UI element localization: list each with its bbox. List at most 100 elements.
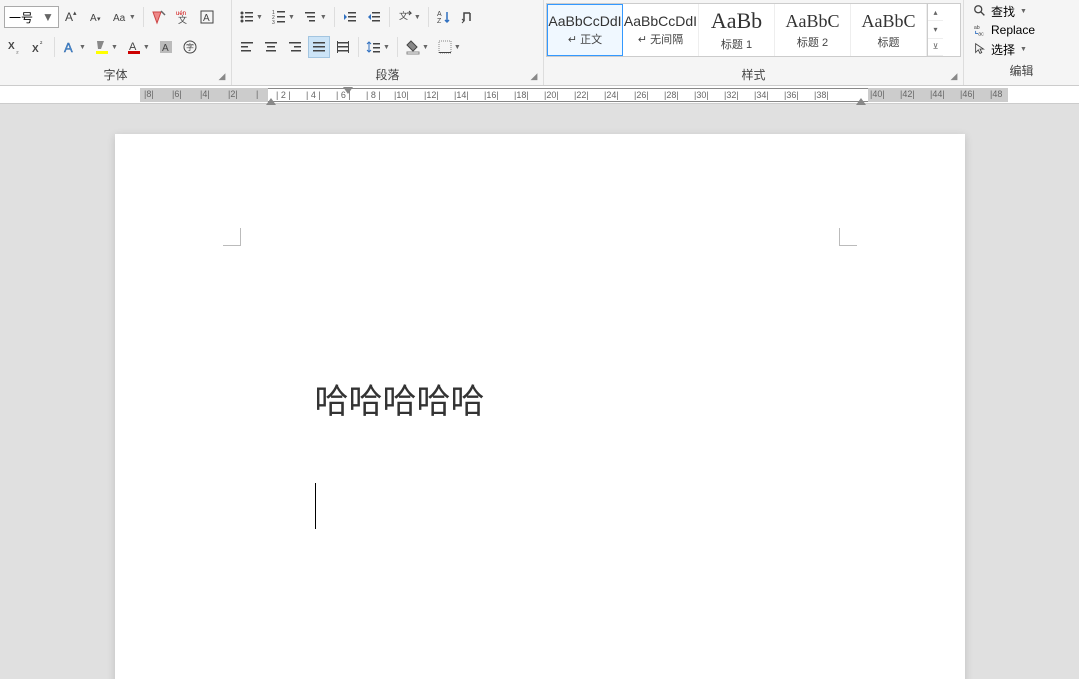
shading-button[interactable]: ▼ [402, 36, 432, 58]
search-icon [973, 4, 987, 18]
find-button[interactable]: 查找 ▼ [970, 2, 1073, 20]
style-name: 标题 [878, 34, 900, 50]
sort-button[interactable]: AZ [433, 6, 455, 28]
chevron-down-icon: ▼ [38, 10, 58, 24]
phonetic-guide-button[interactable]: uén文 [172, 6, 194, 28]
style-title[interactable]: AaBbC 标题 [851, 4, 927, 56]
select-button[interactable]: 选择 ▼ [970, 40, 1073, 58]
svg-text:ac: ac [978, 31, 984, 37]
style-no-spacing[interactable]: AaBbCcDdI ↵ 无间隔 [623, 4, 699, 56]
gallery-more-button[interactable]: ⊻ [928, 39, 943, 56]
style-preview: AaBb [711, 8, 762, 34]
style-preview: AaBbC [862, 11, 916, 32]
chevron-down-icon: ▼ [422, 44, 429, 51]
svg-text:A: A [65, 10, 73, 24]
bullets-button[interactable]: ▼ [236, 6, 266, 28]
line-spacing-button[interactable]: ▼ [363, 36, 393, 58]
paragraph-group-label: 段落 ◢ [232, 64, 543, 85]
margin-corner-topleft [223, 228, 241, 246]
chevron-down-icon: ▼ [79, 44, 86, 51]
style-name: ↵ 无间隔 [638, 31, 683, 47]
align-center-button[interactable] [260, 36, 282, 58]
distribute-button[interactable] [332, 36, 354, 58]
chevron-down-icon: ▼ [1020, 8, 1027, 15]
style-preview: AaBbC [786, 11, 840, 32]
font-dialog-launcher[interactable]: ◢ [216, 71, 228, 83]
gallery-down-button[interactable]: ▾ [928, 21, 943, 38]
chevron-down-icon: ▼ [143, 44, 150, 51]
document-area[interactable]: 哈哈哈哈哈 [0, 104, 1079, 679]
change-case-button[interactable]: Aa▼ [109, 6, 139, 28]
document-page[interactable]: 哈哈哈哈哈 [115, 134, 965, 679]
align-justify-button[interactable] [308, 36, 330, 58]
subscript-button[interactable]: X₂ [4, 36, 26, 58]
svg-text:Z: Z [437, 18, 442, 25]
chevron-down-icon: ▼ [320, 14, 327, 21]
svg-text:文: 文 [178, 14, 187, 25]
decrease-indent-button[interactable] [339, 6, 361, 28]
increase-indent-button[interactable] [363, 6, 385, 28]
align-left-button[interactable] [236, 36, 258, 58]
horizontal-ruler[interactable]: |8| |6| |4| |2| | | 2 | | 4 | | 6 | | 8 … [0, 86, 1079, 104]
replace-icon: abac [973, 23, 987, 37]
font-color-button[interactable]: A▼ [123, 36, 153, 58]
style-name: 标题 1 [721, 36, 752, 52]
gallery-scroll: ▴ ▾ ⊻ [927, 4, 943, 56]
replace-button[interactable]: abac Replace [970, 21, 1073, 39]
decrease-font-button[interactable]: A▾ [85, 6, 107, 28]
chevron-down-icon: ▼ [383, 44, 390, 51]
styles-group: AaBbCcDdI ↵ 正文 AaBbCcDdI ↵ 无间隔 AaBb 标题 1… [544, 0, 964, 85]
style-heading2[interactable]: AaBbC 标题 2 [775, 4, 851, 56]
document-text[interactable]: 哈哈哈哈哈 [315, 374, 865, 423]
font-size-selector[interactable]: 一号 ▼ [4, 6, 59, 28]
style-preview: AaBbCcDdI [624, 13, 697, 29]
styles-dialog-launcher[interactable]: ◢ [948, 71, 960, 83]
clear-formatting-button[interactable] [148, 6, 170, 28]
chevron-down-icon: ▼ [256, 14, 263, 21]
font-group: 一号 ▼ A▴ A▾ Aa▼ uén文 A X₂ X² A▼ ▼ A▼ A 字 [0, 0, 232, 85]
chevron-down-icon: ▼ [111, 44, 118, 51]
text-effects-button[interactable]: A▼ [59, 36, 89, 58]
svg-text:字: 字 [186, 42, 194, 52]
styles-gallery[interactable]: AaBbCcDdI ↵ 正文 AaBbCcDdI ↵ 无间隔 AaBb 标题 1… [546, 3, 961, 57]
ribbon: 一号 ▼ A▴ A▾ Aa▼ uén文 A X₂ X² A▼ ▼ A▼ A 字 [0, 0, 1079, 86]
borders-button[interactable]: ▼ [434, 36, 464, 58]
svg-text:²: ² [40, 41, 43, 48]
character-shading-button[interactable]: A [155, 36, 177, 58]
chevron-down-icon: ▼ [414, 14, 421, 21]
svg-text:文: 文 [399, 10, 408, 21]
hanging-indent-marker[interactable] [266, 98, 276, 105]
svg-text:3: 3 [272, 20, 275, 25]
svg-text:Aa: Aa [113, 13, 126, 24]
chevron-down-icon: ▼ [288, 14, 295, 21]
right-indent-marker[interactable] [856, 98, 866, 105]
editing-group: 查找 ▼ abac Replace 选择 ▼ 编辑 [964, 0, 1079, 85]
styles-group-label: 样式 ◢ [544, 64, 963, 85]
align-right-button[interactable] [284, 36, 306, 58]
show-marks-button[interactable] [457, 6, 479, 28]
highlight-button[interactable]: ▼ [91, 36, 121, 58]
chevron-down-icon: ▼ [454, 44, 461, 51]
style-normal[interactable]: AaBbCcDdI ↵ 正文 [547, 4, 623, 56]
enclose-characters-button[interactable]: 字 [179, 36, 201, 58]
svg-text:A: A [162, 43, 169, 54]
margin-corner-topright [839, 228, 857, 246]
svg-text:A: A [203, 13, 210, 24]
text-direction-button[interactable]: 文▼ [394, 6, 424, 28]
character-border-button[interactable]: A [196, 6, 218, 28]
svg-text:X: X [8, 41, 15, 52]
superscript-button[interactable]: X² [28, 36, 50, 58]
chevron-down-icon: ▼ [129, 14, 136, 21]
font-size-value: 一号 [5, 9, 37, 26]
style-preview: AaBbCcDdI [548, 13, 621, 29]
font-group-label: 字体 ◢ [0, 64, 231, 85]
svg-text:₂: ₂ [16, 48, 19, 55]
numbering-button[interactable]: 123▼ [268, 6, 298, 28]
multilevel-list-button[interactable]: ▼ [300, 6, 330, 28]
increase-font-button[interactable]: A▴ [61, 6, 83, 28]
paragraph-dialog-launcher[interactable]: ◢ [528, 71, 540, 83]
svg-text:▾: ▾ [97, 16, 101, 23]
gallery-up-button[interactable]: ▴ [928, 4, 943, 21]
editing-group-label: 编辑 [964, 60, 1079, 81]
style-heading1[interactable]: AaBb 标题 1 [699, 4, 775, 56]
